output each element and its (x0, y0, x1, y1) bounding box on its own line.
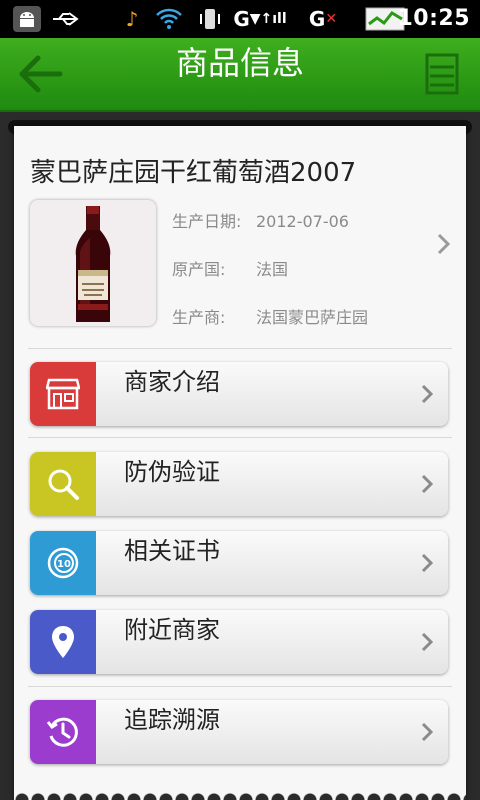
manufacturer-row: 生产商: 法国蒙巴萨庄园 (172, 304, 368, 328)
nearby-merchants-label: 附近商家 (124, 616, 220, 644)
product-name: 蒙巴萨庄园干红葡萄酒2007 (30, 158, 357, 188)
product-detail-arrow[interactable] (436, 232, 452, 256)
chevron-right-icon (420, 384, 434, 404)
chevron-right-icon (420, 474, 434, 494)
divider (28, 437, 452, 438)
manufacturer-label: 生产商: (172, 308, 226, 327)
nearby-merchants-button[interactable]: 附近商家 (30, 610, 448, 674)
origin-label: 原产国: (172, 260, 226, 279)
music-icon: ♪ (125, 7, 139, 31)
page-title: 商品信息 (175, 44, 304, 82)
merchant-intro-label: 商家介绍 (124, 368, 220, 396)
product-card: 蒙巴萨庄园干红葡萄酒2007 生产日期: 2012-07-06 原产国: 法国 生产… (14, 126, 466, 800)
traceability-button[interactable]: 追踪溯源 (30, 700, 448, 764)
divider (28, 686, 452, 687)
certificates-button[interactable]: 10 相关证书 (30, 531, 448, 595)
signal-g-icon: G ▼↑ıll (233, 7, 287, 31)
merchant-intro-button[interactable]: 商家介绍 (30, 362, 448, 426)
production-date-value: 2012-07-06 (256, 212, 349, 231)
divider (28, 348, 452, 349)
title-bar: 商品信息 (0, 38, 480, 112)
chevron-right-icon (420, 553, 434, 573)
chevron-right-icon (420, 722, 434, 742)
svg-text:10: 10 (57, 559, 71, 570)
receipt-edge (14, 784, 466, 800)
production-date-label: 生产日期: (172, 212, 242, 231)
clock: 10:25 (397, 6, 470, 31)
anti-counterfeit-button[interactable]: 防伪验证 (30, 452, 448, 516)
history-icon (30, 700, 96, 764)
wine-bottle-image (30, 200, 156, 326)
store-icon (30, 362, 96, 426)
chevron-right-icon (420, 632, 434, 652)
traceability-label: 追踪溯源 (124, 706, 220, 734)
production-date-row: 生产日期: 2012-07-06 (172, 208, 349, 232)
usb-icon (50, 4, 84, 34)
certificate-icon: 10 (30, 531, 96, 595)
menu-button[interactable] (424, 52, 460, 96)
android-icon (10, 4, 44, 34)
anti-counterfeit-label: 防伪验证 (124, 458, 220, 486)
origin-value: 法国 (256, 260, 289, 279)
location-pin-icon (30, 610, 96, 674)
wifi-icon (154, 4, 184, 34)
chevron-right-icon (437, 233, 451, 255)
manufacturer-value: 法国蒙巴萨庄园 (256, 308, 369, 327)
signal-g2-icon: G ✕ (308, 7, 338, 31)
origin-row: 原产国: 法国 (172, 256, 288, 280)
menu-list-icon (425, 53, 459, 95)
certificates-label: 相关证书 (124, 537, 220, 565)
status-bar: ♪ G ▼↑ıll G ✕ 10:25 (0, 0, 480, 38)
vibrate-icon (196, 4, 224, 34)
search-icon (30, 452, 96, 516)
